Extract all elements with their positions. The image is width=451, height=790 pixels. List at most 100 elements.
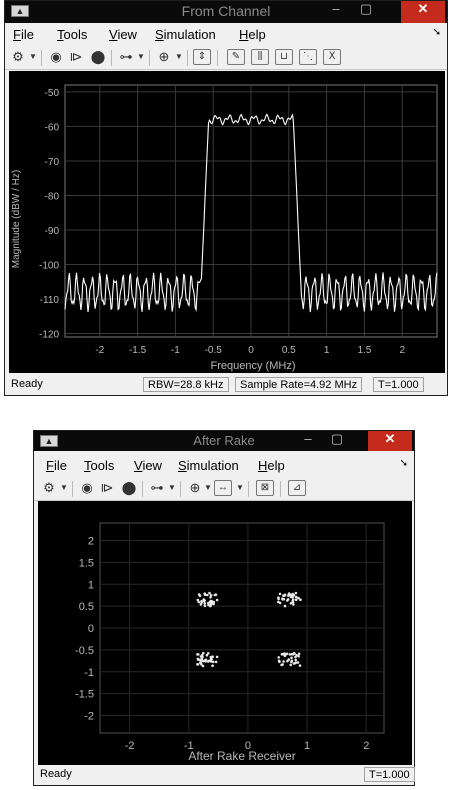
chevron-down-icon[interactable]: ▼ [29, 49, 37, 65]
status-ready: Ready [11, 378, 43, 390]
spectrum-analyzer-window: ▲ From Channel – ▢ ✕ File Tools View Sim… [4, 0, 448, 396]
edit-icon[interactable]: ✎ [227, 49, 245, 65]
menu-help[interactable]: Help [239, 27, 266, 42]
y-tick-label: 0 [88, 623, 94, 635]
x-axis-label: Frequency (MHz) [211, 360, 296, 372]
peak-finder-icon[interactable]: ⫼ [251, 49, 269, 65]
constellation-point [286, 599, 289, 602]
y-tick-label: -1 [84, 667, 94, 679]
x-axis-label: After Rake Receiver [188, 749, 295, 763]
constellation-point [291, 598, 295, 601]
menu-view[interactable]: View [109, 27, 137, 42]
minimize-button[interactable]: – [325, 1, 347, 23]
run-icon[interactable]: ◉ [47, 49, 65, 65]
spectrum-plot[interactable]: Magnitude (dBW / Hz) Frequency (MHz) -50… [9, 71, 445, 373]
menu-arrow-icon[interactable]: ➘ [400, 458, 408, 469]
step-forward-icon[interactable]: ⧐ [67, 49, 85, 65]
zoom-in-icon[interactable]: ⊕ [155, 49, 173, 65]
constellation-point [209, 604, 212, 608]
menu-help[interactable]: Help [258, 458, 285, 473]
zoom-in-icon[interactable]: ⊕ [186, 480, 204, 496]
pan-icon[interactable]: ↔ [214, 480, 232, 496]
chevron-down-icon[interactable]: ▼ [60, 480, 68, 496]
constellation-point [207, 652, 210, 655]
distortion-icon[interactable]: ⋱ [299, 49, 317, 65]
constellation-point [294, 595, 298, 599]
constellation-point [277, 600, 280, 604]
signal-select-icon[interactable]: ⊶ [148, 480, 166, 496]
constellation-point [282, 660, 285, 663]
constellation-point [287, 658, 291, 661]
channel-measurement-icon[interactable]: Ⅹ [323, 49, 341, 65]
chevron-down-icon[interactable]: ▼ [236, 480, 244, 496]
constellation-point [287, 594, 290, 597]
toolbar-separator [217, 50, 218, 66]
y-axis-label: Magnitude (dBW / Hz) [11, 170, 22, 268]
menu-view[interactable]: View [134, 458, 162, 473]
y-tick-label: -2 [84, 711, 94, 723]
constellation-point [208, 591, 211, 595]
menu-tools[interactable]: Tools [84, 458, 114, 473]
constellation-point [214, 593, 218, 596]
constellation-icon[interactable]: ⊠ [256, 480, 274, 496]
window-title: After Rake [193, 433, 255, 448]
constellation-point [206, 593, 209, 597]
x-tick-label: 0 [245, 740, 251, 752]
menu-tools[interactable]: Tools [57, 27, 87, 42]
constellation-point [299, 598, 302, 601]
menu-file[interactable]: File [46, 458, 67, 473]
signal-select-icon[interactable]: ⊶ [117, 49, 135, 65]
constellation-point [291, 595, 294, 599]
run-icon[interactable]: ◉ [78, 480, 96, 496]
title-bar[interactable]: ▲ After Rake – ▢ ✕ [34, 431, 414, 451]
stop-icon[interactable]: ⬤ [120, 480, 138, 496]
maximize-button[interactable]: ▢ [326, 431, 348, 451]
constellation-point [200, 654, 204, 657]
x-tick-label: 0 [248, 345, 254, 356]
close-button[interactable]: ✕ [401, 1, 445, 23]
toolbar: ⚙ ▼ ◉ ⧐ ⬤ ⊶ ▼ ⊕ ▼ ↔ ▼ ⊠ ⊿ [34, 478, 414, 501]
constellation-point [200, 601, 203, 604]
chevron-down-icon[interactable]: ▼ [204, 480, 212, 496]
y-tick-label: -100 [39, 261, 59, 272]
cursor-measurement-icon[interactable]: ⊔ [275, 49, 293, 65]
x-tick-label: -2 [125, 740, 135, 752]
toolbar-separator [111, 50, 112, 66]
menu-bar: File Tools View Simulation Help ➘ [5, 25, 447, 45]
constellation-point [277, 596, 280, 599]
chevron-down-icon[interactable]: ▼ [175, 49, 183, 65]
constellation-point [298, 664, 302, 667]
menu-simulation[interactable]: Simulation [178, 458, 239, 473]
status-rbw: RBW=28.8 kHz [143, 377, 229, 392]
chevron-down-icon[interactable]: ▼ [168, 480, 176, 496]
constellation-plot[interactable]: After Rake Receiver 2 1.5 1 0.5 0 -0.5 -1 -1.5 -… [38, 501, 412, 765]
minimize-button[interactable]: – [297, 431, 319, 451]
measurements-icon[interactable]: ⊿ [288, 480, 306, 496]
y-tick-label: -50 [45, 88, 60, 99]
stop-icon[interactable]: ⬤ [89, 49, 107, 65]
constellation-point [290, 656, 293, 660]
status-time: T=1.000 [364, 767, 415, 782]
autoscale-icon[interactable]: ⇕ [193, 49, 211, 65]
menu-file[interactable]: File [13, 27, 34, 42]
x-tick-label: 1 [324, 345, 330, 356]
y-tick-label: 1 [88, 579, 94, 591]
constellation-point [290, 659, 294, 663]
maximize-button[interactable]: ▢ [355, 1, 377, 23]
y-tick-label: 1.5 [79, 557, 94, 569]
status-bar: Ready T=1.000 [34, 765, 415, 785]
toolbar-separator [280, 481, 281, 497]
constellation-point [288, 653, 292, 656]
settings-icon[interactable]: ⚙ [9, 49, 27, 65]
y-tick-label: -0.5 [75, 645, 94, 657]
menu-simulation[interactable]: Simulation [155, 27, 216, 42]
constellation-point [215, 598, 219, 602]
step-forward-icon[interactable]: ⧐ [98, 480, 116, 496]
menu-arrow-icon[interactable]: ➘ [433, 27, 441, 38]
title-bar[interactable]: ▲ From Channel – ▢ ✕ [5, 1, 447, 23]
chevron-down-icon[interactable]: ▼ [137, 49, 145, 65]
settings-icon[interactable]: ⚙ [40, 480, 58, 496]
close-button[interactable]: ✕ [368, 431, 412, 451]
window-title: From Channel [181, 3, 271, 19]
constellation-point [292, 603, 295, 606]
